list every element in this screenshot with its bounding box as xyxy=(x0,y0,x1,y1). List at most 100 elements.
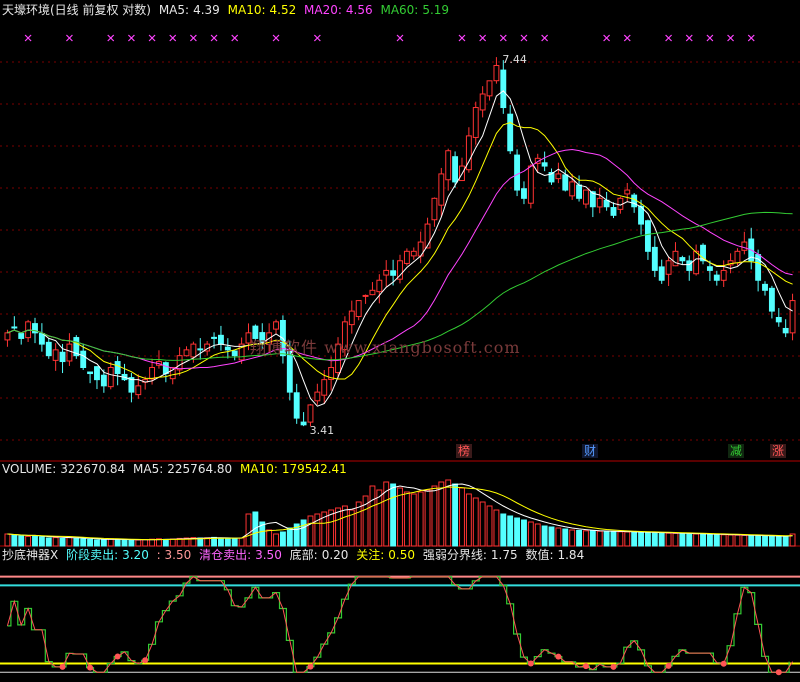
candle-body xyxy=(679,257,686,262)
candle-body xyxy=(114,361,121,375)
bottom-marker xyxy=(87,664,94,671)
tag-jian[interactable]: 减 xyxy=(728,444,745,458)
candle-body xyxy=(307,404,314,423)
candle-body xyxy=(686,260,693,271)
candle-body xyxy=(713,274,720,281)
signal-cross xyxy=(107,34,115,42)
volume-bar xyxy=(651,532,658,547)
signal-cross xyxy=(706,34,714,42)
candle-body xyxy=(183,349,190,357)
ma60-value: 5.19 xyxy=(422,3,450,17)
volume-bar xyxy=(665,532,672,547)
signal-cross xyxy=(520,34,528,42)
candle-body xyxy=(403,250,410,264)
candle-body xyxy=(631,194,638,208)
candle-body xyxy=(293,392,300,419)
candle-body xyxy=(775,316,782,323)
volume-bar xyxy=(376,489,383,547)
candle-body xyxy=(273,321,279,330)
ma20-label: MA20: xyxy=(304,3,342,17)
ma5-value: 4.39 xyxy=(193,3,220,17)
volume-bar xyxy=(369,485,376,547)
volume-bar xyxy=(121,539,128,547)
volume-bar xyxy=(596,530,603,547)
tag-zhang[interactable]: 涨 xyxy=(770,444,787,458)
volume-bar xyxy=(279,531,286,547)
volume-bar xyxy=(438,481,445,547)
candle-body xyxy=(348,310,355,326)
candle-body xyxy=(52,349,59,361)
bottom-marker xyxy=(142,657,149,664)
volume-bar xyxy=(514,517,521,547)
volume-bar xyxy=(589,530,596,547)
candle-body xyxy=(59,351,66,363)
candle-body xyxy=(569,181,576,197)
signal-cross xyxy=(396,34,404,42)
candle-body xyxy=(190,343,197,358)
tag-bang[interactable]: 榜 xyxy=(456,444,473,458)
ma10-label: MA10: xyxy=(227,3,266,17)
candle-body xyxy=(369,289,376,296)
signal-cross xyxy=(148,34,156,42)
volume-bar xyxy=(59,537,66,547)
candle-body xyxy=(762,283,768,291)
volume-bar xyxy=(355,501,362,547)
bottom-label: 底部: xyxy=(289,548,318,562)
value-label: 数值: xyxy=(525,548,554,562)
candle-body xyxy=(521,188,527,199)
signal-cross xyxy=(272,34,280,42)
watermark: 翔博软件 www.xiangbosoft.com xyxy=(250,338,521,357)
volume-bar xyxy=(142,539,149,547)
candle-body xyxy=(87,371,94,375)
volume-bar xyxy=(679,533,686,547)
stock-title: 天壕环境(日线 前复权 对数) xyxy=(2,3,151,17)
stage-sell-label: 阶段卖出: xyxy=(66,548,119,562)
volume-bar xyxy=(300,519,307,547)
volume-bar xyxy=(700,533,706,547)
candle-body xyxy=(211,336,217,339)
volume-bar xyxy=(452,483,459,547)
candle-body xyxy=(782,327,789,334)
oscillator-step-line xyxy=(7,576,790,673)
candle-body xyxy=(789,300,796,334)
volume-bar xyxy=(286,527,293,547)
candle-body xyxy=(135,385,142,396)
candle-body xyxy=(720,269,727,281)
candle-body xyxy=(665,260,672,275)
candle-body xyxy=(321,379,328,396)
volume-bar xyxy=(548,526,555,547)
volume-bar xyxy=(52,537,59,547)
candle-body xyxy=(479,93,486,111)
volume-bar xyxy=(782,536,789,547)
candle-body xyxy=(562,174,569,191)
indicator-name: 抄底神器X xyxy=(2,548,59,562)
signal-cross xyxy=(541,34,549,42)
volume-bar xyxy=(713,534,720,547)
volume-bar xyxy=(273,533,279,547)
volume-bar xyxy=(231,538,238,547)
volume-bar xyxy=(775,535,782,547)
candle-body xyxy=(410,250,417,257)
volume-bar xyxy=(431,485,438,547)
signal-cross xyxy=(189,34,197,42)
tag-cai[interactable]: 财 xyxy=(582,444,599,458)
signal-cross xyxy=(727,34,734,42)
volume-panel-header: VOLUME: 322670.84 MA5: 225764.80 MA10: 1795… xyxy=(2,462,351,476)
volume-bar xyxy=(410,493,417,547)
bottom-marker xyxy=(720,660,727,667)
value-value: 1.84 xyxy=(557,548,585,562)
volume-bar xyxy=(741,534,748,547)
volume-bar xyxy=(390,483,397,547)
volume-bar xyxy=(128,539,135,547)
volume-bar xyxy=(32,535,38,547)
divide-value: 1.75 xyxy=(490,548,518,562)
vol-ma5-label: MA5: xyxy=(133,462,164,476)
signal-cross xyxy=(127,34,135,42)
volume-bar xyxy=(748,535,755,547)
volume-bar xyxy=(617,531,624,547)
signal-cross xyxy=(623,34,631,42)
volume-bar xyxy=(500,513,507,547)
candle-body xyxy=(644,220,651,252)
candle-body xyxy=(624,189,631,195)
volume-bar xyxy=(638,531,644,547)
